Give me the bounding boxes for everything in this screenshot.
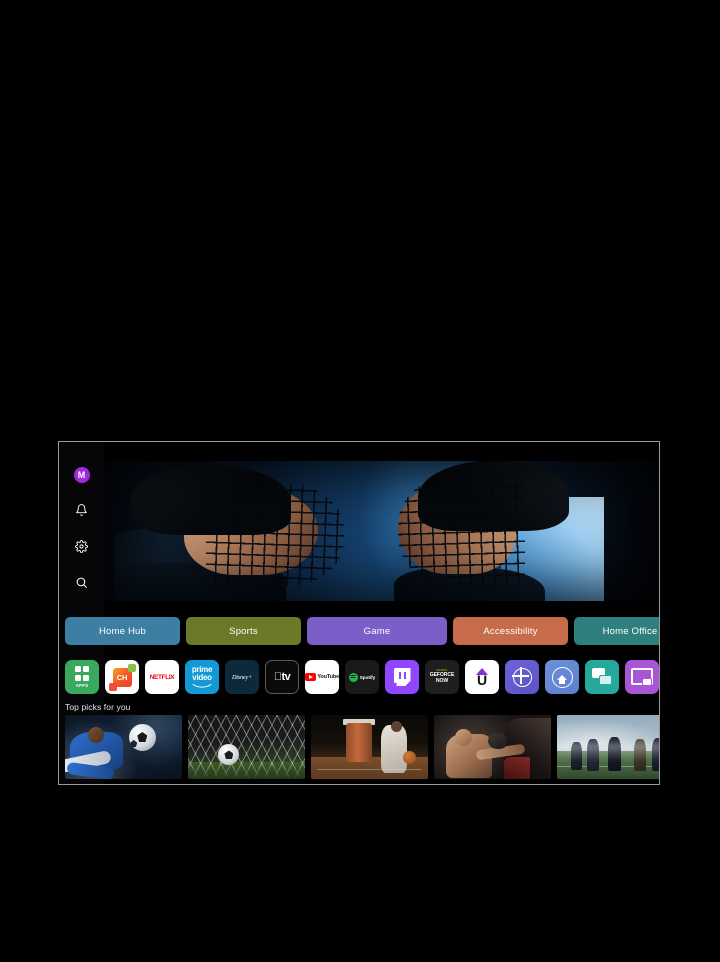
amazon-smile-icon: [192, 684, 212, 688]
search-icon[interactable]: [71, 571, 93, 593]
apps-tile-label: APPS: [75, 682, 89, 688]
netflix-wordmark: NETFLIX: [149, 673, 175, 681]
top-picks-row: [65, 715, 659, 779]
prime-video-line2: video: [192, 673, 212, 682]
pick-basketball[interactable]: [311, 715, 428, 779]
tv-bezel: M Home Hub Sports Game Accessibility Hom…: [58, 441, 660, 785]
app-shortcut-row: APPS CH NETFLIX prime video Disney+ tv: [65, 660, 659, 694]
geforce-now-tile[interactable]: NVIDIA GEFORCE NOW: [425, 660, 459, 694]
play-icon: [305, 673, 316, 681]
tab-label: Accessibility: [483, 625, 538, 637]
tab-home-office[interactable]: Home Office: [574, 617, 659, 645]
globe-icon: [511, 666, 532, 687]
universal-guide-tile[interactable]: U: [465, 660, 499, 694]
youtube-wordmark: YouTube: [317, 674, 339, 680]
apple-tv-tile[interactable]: tv: [265, 660, 299, 694]
workspace-tile[interactable]: [625, 660, 659, 694]
hero-image: [104, 455, 659, 607]
screen-front-icon: [599, 675, 612, 685]
tab-label: Home Office: [602, 625, 658, 637]
device-icon: [642, 678, 652, 686]
profile-avatar[interactable]: M: [73, 467, 90, 483]
twitch-tile[interactable]: [385, 660, 419, 694]
disney-plus-wordmark: Disney+: [232, 673, 252, 681]
twitch-glitch-icon: [393, 668, 411, 686]
home-ring-icon: [551, 666, 573, 688]
tab-home-hub[interactable]: Home Hub: [65, 617, 180, 645]
bell-icon[interactable]: [71, 499, 93, 521]
screenshot-stage: M Home Hub Sports Game Accessibility Hom…: [0, 0, 720, 962]
grid-icon: [74, 666, 90, 681]
hero-banner[interactable]: [104, 455, 659, 607]
apps-tile[interactable]: APPS: [65, 660, 99, 694]
gear-icon[interactable]: [71, 535, 93, 557]
tab-accessibility[interactable]: Accessibility: [453, 617, 568, 645]
spotify-wordmark: Spotify: [359, 674, 376, 680]
tab-label: Home Hub: [98, 625, 146, 637]
tab-label: Game: [363, 625, 391, 637]
samsung-tv-plus-tile[interactable]: CH: [105, 660, 139, 694]
category-tab-bar: Home Hub Sports Game Accessibility Home …: [65, 617, 659, 645]
internet-tile[interactable]: [505, 660, 539, 694]
disney-plus-tile[interactable]: Disney+: [225, 660, 259, 694]
tab-sports[interactable]: Sports: [186, 617, 301, 645]
spotify-tile[interactable]: Spotify: [345, 660, 379, 694]
youtube-tile[interactable]: YouTube: [305, 660, 339, 694]
multi-view-tile[interactable]: [585, 660, 619, 694]
tab-game[interactable]: Game: [307, 617, 447, 645]
section-title-top-picks: Top picks for you: [65, 702, 131, 712]
tv-screen: M Home Hub Sports Game Accessibility Hom…: [59, 442, 659, 784]
spotify-icon: [348, 672, 358, 682]
netflix-tile[interactable]: NETFLIX: [145, 660, 179, 694]
samsung-tv-plus-label: CH: [116, 672, 128, 682]
pick-boxing[interactable]: [434, 715, 551, 779]
pick-goal-net[interactable]: [188, 715, 305, 779]
pick-football[interactable]: [557, 715, 659, 779]
smartthings-tile[interactable]: [545, 660, 579, 694]
pick-soccer-kick[interactable]: [65, 715, 182, 779]
tab-label: Sports: [229, 625, 258, 637]
channel-icon: CH: [108, 663, 136, 691]
prime-video-tile[interactable]: prime video: [185, 660, 219, 694]
universal-guide-letter: U: [476, 671, 488, 688]
now-label: NOW: [435, 677, 449, 684]
apple-tv-wordmark: tv: [274, 671, 291, 683]
